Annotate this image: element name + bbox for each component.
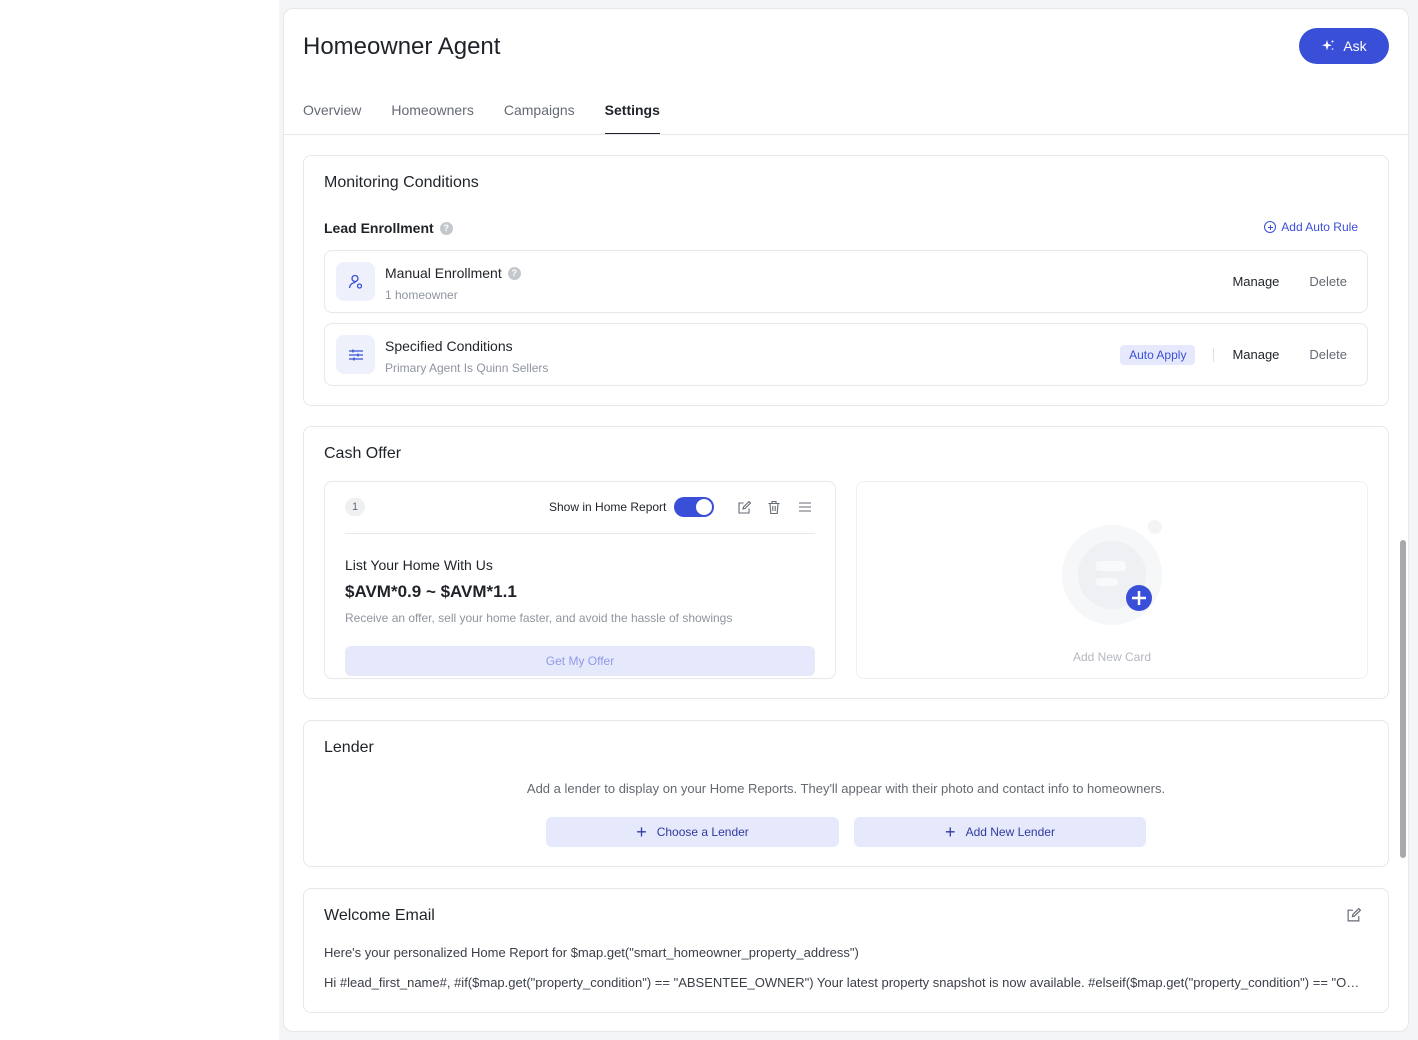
lead-enrollment-label: Lead Enrollment [324,220,434,236]
offer-price: $AVM*0.9 ~ $AVM*1.1 [345,582,517,601]
monitoring-conditions-card: Monitoring Conditions Lead Enrollment ? … [303,155,1389,406]
plus-icon: + [636,822,647,842]
page-title: Homeowner Agent [303,33,501,60]
rule-name-text: Manual Enrollment [385,265,502,281]
rule-actions: Manage Delete [1232,251,1347,312]
tab-settings[interactable]: Settings [604,99,661,135]
tab-campaigns[interactable]: Campaigns [504,99,575,135]
add-new-card-button[interactable]: Add New Card [856,481,1368,679]
sliders-icon [336,335,375,374]
offer-heading: List Your Home With Us [345,557,493,573]
rule-subtitle: 1 homeowner [385,288,458,302]
cash-offer-card: Cash Offer 1 Show in Home Report List Yo… [303,426,1389,699]
plus-circle-icon [1264,221,1277,233]
plus-icon: + [945,822,956,842]
tab-overview[interactable]: Overview [303,99,361,135]
show-in-report-label: Show in Home Report [549,500,667,514]
rule-name-text: Specified Conditions [385,338,513,354]
lender-card: Lender Add a lender to display on your H… [303,720,1389,867]
rule-actions: Auto Apply Manage Delete [1120,324,1347,385]
get-my-offer-button[interactable]: Get My Offer [345,646,815,676]
add-card-illustration-icon [1062,520,1162,625]
add-new-card-label: Add New Card [1072,650,1152,664]
lead-enrollment-heading: Lead Enrollment ? [324,220,453,236]
help-icon[interactable]: ? [439,221,453,235]
rule-subtitle: Primary Agent Is Quinn Sellers [385,361,549,375]
auto-apply-badge: Auto Apply [1120,344,1196,365]
ask-label: Ask [1343,38,1367,54]
welcome-email-card: Welcome Email Here's your personalized H… [303,888,1389,1013]
scrollbar[interactable] [1400,540,1406,858]
offer-number: 1 [345,498,365,516]
add-new-lender-button[interactable]: + Add New Lender [854,817,1146,847]
cash-offer-title: Cash Offer [324,445,402,462]
left-blank-area [0,0,279,1040]
divider [345,533,815,534]
choose-lender-button[interactable]: + Choose a Lender [546,817,839,847]
trash-icon[interactable] [765,498,783,516]
lender-title: Lender [324,739,374,756]
main-panel: Homeowner Agent Ask Overview Homeowners … [283,8,1409,1032]
rule-row-specified-conditions: Specified Conditions Primary Agent Is Qu… [324,323,1368,386]
tabs-divider [284,134,1408,135]
delete-button[interactable]: Delete [1309,347,1347,362]
email-body: Hi #lead_first_name#, #if($map.get("prop… [324,975,1370,990]
edit-icon[interactable] [735,498,753,516]
rule-row-manual-enrollment: Manual Enrollment ? 1 homeowner Manage D… [324,250,1368,313]
offer-description: Receive an offer, sell your home faster,… [345,611,733,625]
choose-lender-label: Choose a Lender [656,825,749,839]
help-icon[interactable]: ? [507,266,521,280]
lender-description: Add a lender to display on your Home Rep… [526,781,1166,796]
offer-card: 1 Show in Home Report List Your Home Wit… [324,481,836,679]
add-auto-rule-label: Add Auto Rule [1281,220,1358,234]
ask-button[interactable]: Ask [1299,28,1389,64]
manage-button[interactable]: Manage [1232,274,1279,289]
manage-button[interactable]: Manage [1232,347,1279,362]
add-new-lender-label: Add New Lender [965,825,1055,839]
user-settings-icon [336,262,375,301]
welcome-email-title: Welcome Email [324,907,435,924]
tab-homeowners[interactable]: Homeowners [391,99,473,135]
sparkle-icon [1322,40,1334,51]
monitoring-title: Monitoring Conditions [324,174,479,191]
edit-icon[interactable] [1346,907,1364,925]
add-auto-rule-button[interactable]: Add Auto Rule [1264,220,1358,234]
show-in-report-toggle[interactable] [674,497,714,517]
rule-name: Manual Enrollment ? [385,265,521,281]
divider [1213,347,1215,362]
email-subject: Here's your personalized Home Report for… [324,945,859,960]
drag-handle-icon[interactable] [796,498,814,516]
tab-bar: Overview Homeowners Campaigns Settings [303,99,661,135]
rule-name: Specified Conditions [385,338,513,354]
delete-button[interactable]: Delete [1309,274,1347,289]
